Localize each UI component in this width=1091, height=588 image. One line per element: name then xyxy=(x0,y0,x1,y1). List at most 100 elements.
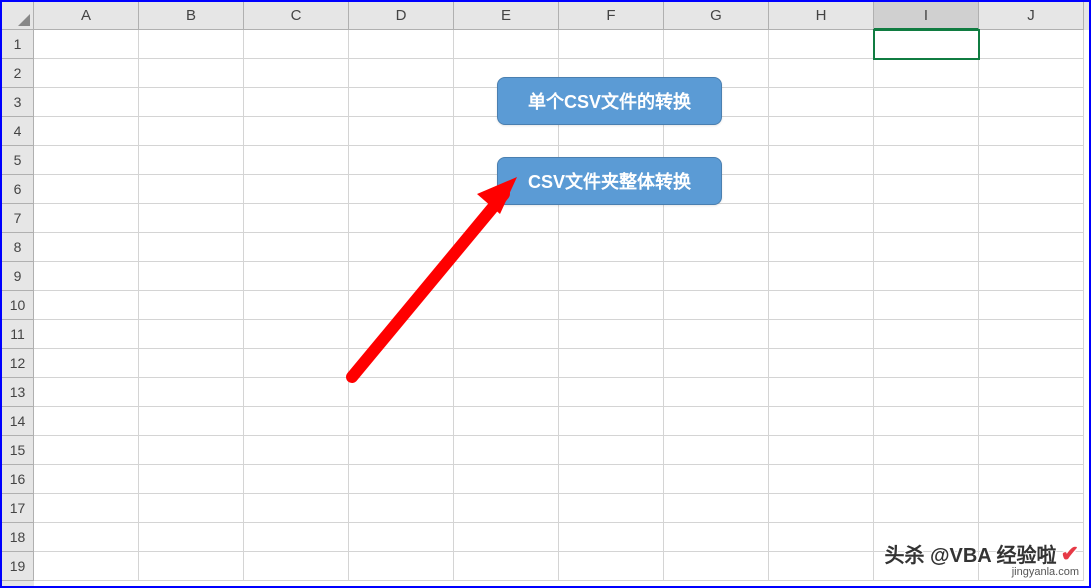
cell[interactable] xyxy=(244,175,349,204)
cell[interactable] xyxy=(769,59,874,88)
cell[interactable] xyxy=(454,407,559,436)
cell[interactable] xyxy=(769,262,874,291)
cell[interactable] xyxy=(244,407,349,436)
column-header[interactable]: J xyxy=(979,2,1084,30)
cell[interactable] xyxy=(874,349,979,378)
cell[interactable] xyxy=(769,117,874,146)
cell[interactable] xyxy=(244,552,349,581)
cell[interactable] xyxy=(244,320,349,349)
cell[interactable] xyxy=(559,30,664,59)
cell[interactable] xyxy=(34,436,139,465)
cell[interactable] xyxy=(34,552,139,581)
cell[interactable] xyxy=(664,378,769,407)
cell[interactable] xyxy=(979,204,1084,233)
cell[interactable] xyxy=(559,233,664,262)
cell[interactable] xyxy=(664,30,769,59)
cell[interactable] xyxy=(874,291,979,320)
row-header[interactable]: 6 xyxy=(2,175,34,204)
cell[interactable] xyxy=(244,378,349,407)
cell[interactable] xyxy=(349,88,454,117)
cell[interactable] xyxy=(349,291,454,320)
cell[interactable] xyxy=(664,436,769,465)
cell[interactable] xyxy=(874,146,979,175)
cell[interactable] xyxy=(34,320,139,349)
column-header[interactable]: B xyxy=(139,2,244,30)
cell[interactable] xyxy=(874,494,979,523)
cell[interactable] xyxy=(34,175,139,204)
row-header[interactable]: 3 xyxy=(2,88,34,117)
cell[interactable] xyxy=(769,407,874,436)
row-header[interactable]: 14 xyxy=(2,407,34,436)
cell[interactable] xyxy=(979,59,1084,88)
cell[interactable] xyxy=(664,349,769,378)
row-header[interactable]: 4 xyxy=(2,117,34,146)
cell[interactable] xyxy=(454,552,559,581)
cell[interactable] xyxy=(874,59,979,88)
cell[interactable] xyxy=(874,262,979,291)
cell[interactable] xyxy=(559,320,664,349)
cell[interactable] xyxy=(874,117,979,146)
cell[interactable] xyxy=(349,552,454,581)
cell[interactable] xyxy=(34,291,139,320)
cell[interactable] xyxy=(454,204,559,233)
cell[interactable] xyxy=(769,146,874,175)
cell[interactable] xyxy=(664,523,769,552)
cell[interactable] xyxy=(979,436,1084,465)
cell[interactable] xyxy=(979,117,1084,146)
cell[interactable] xyxy=(139,291,244,320)
cell[interactable] xyxy=(769,204,874,233)
cell[interactable] xyxy=(349,465,454,494)
cell[interactable] xyxy=(769,30,874,59)
cell[interactable] xyxy=(34,523,139,552)
cell[interactable] xyxy=(559,494,664,523)
cell[interactable] xyxy=(979,175,1084,204)
cell[interactable] xyxy=(874,436,979,465)
cell[interactable] xyxy=(349,59,454,88)
cell[interactable] xyxy=(769,552,874,581)
cell[interactable] xyxy=(769,494,874,523)
cell[interactable] xyxy=(34,117,139,146)
cell[interactable] xyxy=(559,262,664,291)
cell[interactable] xyxy=(244,523,349,552)
cell[interactable] xyxy=(139,552,244,581)
column-header[interactable]: G xyxy=(664,2,769,30)
cell[interactable] xyxy=(454,30,559,59)
cell[interactable] xyxy=(454,291,559,320)
cell[interactable] xyxy=(559,349,664,378)
cell[interactable] xyxy=(139,146,244,175)
cell[interactable] xyxy=(664,262,769,291)
cell[interactable] xyxy=(349,262,454,291)
cell[interactable] xyxy=(349,349,454,378)
cell[interactable] xyxy=(244,59,349,88)
cell[interactable] xyxy=(454,494,559,523)
cell[interactable] xyxy=(139,262,244,291)
select-all-corner[interactable] xyxy=(2,2,34,30)
cell[interactable] xyxy=(244,465,349,494)
cell[interactable] xyxy=(454,465,559,494)
cell[interactable] xyxy=(349,30,454,59)
cell[interactable] xyxy=(349,233,454,262)
cell[interactable] xyxy=(139,523,244,552)
cell[interactable] xyxy=(664,291,769,320)
column-header[interactable]: C xyxy=(244,2,349,30)
cell[interactable] xyxy=(979,349,1084,378)
cell[interactable] xyxy=(559,378,664,407)
cell[interactable] xyxy=(874,88,979,117)
row-header[interactable]: 9 xyxy=(2,262,34,291)
column-header[interactable]: E xyxy=(454,2,559,30)
cell[interactable] xyxy=(874,204,979,233)
cell[interactable] xyxy=(34,204,139,233)
cell[interactable] xyxy=(979,494,1084,523)
cell[interactable] xyxy=(769,465,874,494)
cell[interactable] xyxy=(769,320,874,349)
cell[interactable] xyxy=(874,233,979,262)
row-header[interactable]: 7 xyxy=(2,204,34,233)
row-header[interactable]: 11 xyxy=(2,320,34,349)
cell[interactable] xyxy=(244,233,349,262)
row-header[interactable]: 1 xyxy=(2,30,34,59)
cell[interactable] xyxy=(244,30,349,59)
cell[interactable] xyxy=(139,349,244,378)
cell[interactable] xyxy=(664,465,769,494)
cell[interactable] xyxy=(349,204,454,233)
cell[interactable] xyxy=(244,88,349,117)
